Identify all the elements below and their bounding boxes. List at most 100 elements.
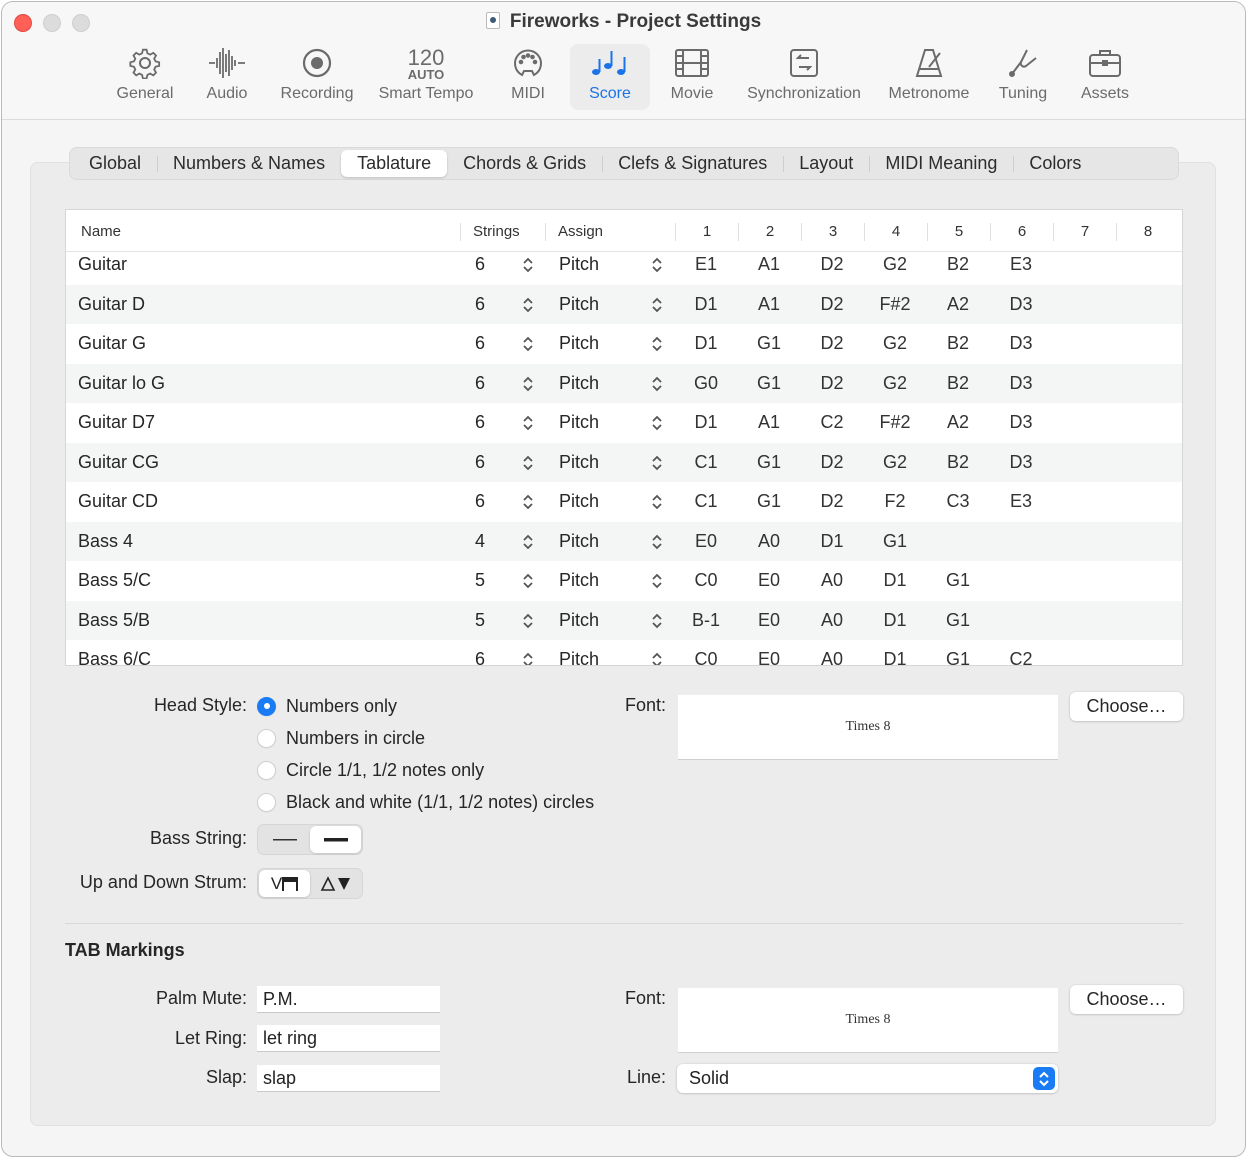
string-note-3[interactable]: A0 xyxy=(807,640,857,665)
column-header-string-6[interactable]: 6 xyxy=(990,223,1053,241)
assign-popup-button[interactable] xyxy=(651,443,663,482)
toolbar-item-movie[interactable]: Movie xyxy=(662,44,722,110)
radio-numbers-in-circle[interactable]: Numbers in circle xyxy=(257,726,425,750)
string-note-2[interactable]: E0 xyxy=(744,561,794,600)
table-row[interactable]: Guitar D 6 Pitch D1 A1 D2 F#2 A2 D3 xyxy=(66,284,1182,324)
table-row[interactable]: Bass 5/B 5 Pitch B-1 E0 A0 D1 G1 xyxy=(66,600,1182,640)
string-note-6[interactable]: E3 xyxy=(996,245,1046,284)
string-note-7[interactable] xyxy=(1059,245,1109,284)
radio-button[interactable] xyxy=(257,760,276,780)
radio-button[interactable] xyxy=(257,728,276,748)
slap-field[interactable]: slap xyxy=(257,1064,440,1092)
assign-popup-button[interactable] xyxy=(651,601,663,640)
table-row[interactable]: Guitar 6 Pitch E1 A1 D2 G2 B2 E3 xyxy=(66,245,1182,285)
toolbar-item-midi[interactable]: MIDI xyxy=(498,44,558,110)
string-note-2[interactable]: G1 xyxy=(744,324,794,363)
string-note-5[interactable]: G1 xyxy=(933,601,983,640)
string-note-8[interactable] xyxy=(1122,561,1172,600)
strum-option-v-bracket[interactable]: V xyxy=(259,870,310,897)
table-row[interactable]: Bass 6/C 6 Pitch C0 E0 A0 D1 G1 C2 xyxy=(66,640,1182,665)
string-note-2[interactable]: A1 xyxy=(744,245,794,284)
string-note-2[interactable]: G1 xyxy=(744,482,794,521)
assign-popup-button[interactable] xyxy=(651,324,663,363)
string-note-7[interactable] xyxy=(1059,285,1109,324)
string-note-8[interactable] xyxy=(1122,601,1172,640)
string-note-4[interactable]: D1 xyxy=(870,640,920,665)
table-row[interactable]: Guitar G 6 Pitch D1 G1 D2 G2 B2 D3 xyxy=(66,324,1182,364)
string-note-3[interactable]: D2 xyxy=(807,285,857,324)
assign-popup-button[interactable] xyxy=(651,561,663,600)
string-note-3[interactable]: A0 xyxy=(807,561,857,600)
string-note-1[interactable]: D1 xyxy=(681,285,731,324)
string-note-6[interactable]: D3 xyxy=(996,285,1046,324)
string-note-1[interactable]: E0 xyxy=(681,522,731,561)
tab-layout[interactable]: Layout xyxy=(783,150,869,177)
head-font-choose-button[interactable]: Choose… xyxy=(1070,692,1183,721)
string-note-1[interactable]: D1 xyxy=(681,324,731,363)
string-note-6[interactable]: E3 xyxy=(996,482,1046,521)
string-note-5[interactable]: B2 xyxy=(933,364,983,403)
string-note-7[interactable] xyxy=(1059,522,1109,561)
string-note-6[interactable]: D3 xyxy=(996,364,1046,403)
string-note-3[interactable]: D2 xyxy=(807,482,857,521)
string-note-6[interactable] xyxy=(996,522,1046,561)
bass-string-thick-option[interactable] xyxy=(310,826,361,853)
string-note-1[interactable]: C0 xyxy=(681,561,731,600)
string-note-1[interactable]: C1 xyxy=(681,482,731,521)
table-row[interactable]: Guitar CG 6 Pitch C1 G1 D2 G2 B2 D3 xyxy=(66,442,1182,482)
string-note-8[interactable] xyxy=(1122,364,1172,403)
string-note-5[interactable]: G1 xyxy=(933,640,983,665)
string-note-8[interactable] xyxy=(1122,522,1172,561)
table-row[interactable]: Guitar lo G 6 Pitch G0 G1 D2 G2 B2 D3 xyxy=(66,363,1182,403)
string-note-7[interactable] xyxy=(1059,561,1109,600)
string-note-3[interactable]: D1 xyxy=(807,522,857,561)
string-note-6[interactable]: D3 xyxy=(996,324,1046,363)
toolbar-item-synchronization[interactable]: Synchronization xyxy=(738,44,870,110)
string-note-3[interactable]: D2 xyxy=(807,443,857,482)
toolbar-item-score[interactable]: Score xyxy=(570,44,650,110)
string-note-7[interactable] xyxy=(1059,443,1109,482)
string-note-4[interactable]: F#2 xyxy=(870,403,920,442)
column-header-string-4[interactable]: 4 xyxy=(864,223,927,241)
string-note-2[interactable]: A1 xyxy=(744,403,794,442)
radio-button[interactable] xyxy=(257,696,276,716)
string-note-8[interactable] xyxy=(1122,443,1172,482)
string-note-1[interactable]: E1 xyxy=(681,245,731,284)
assign-popup-button[interactable] xyxy=(651,482,663,521)
strings-stepper[interactable] xyxy=(522,285,534,324)
string-note-4[interactable]: F#2 xyxy=(870,285,920,324)
string-note-2[interactable]: A1 xyxy=(744,285,794,324)
strings-stepper[interactable] xyxy=(522,364,534,403)
assign-popup-button[interactable] xyxy=(651,364,663,403)
string-note-4[interactable]: G2 xyxy=(870,245,920,284)
string-note-3[interactable]: D2 xyxy=(807,245,857,284)
tab-global[interactable]: Global xyxy=(73,150,157,177)
toolbar-item-recording[interactable]: Recording xyxy=(274,44,360,110)
radio-black-and-white-circles[interactable]: Black and white (1/1, 1/2 notes) circles xyxy=(257,790,594,814)
string-note-7[interactable] xyxy=(1059,403,1109,442)
tab-tablature[interactable]: Tablature xyxy=(341,150,448,177)
string-note-1[interactable]: G0 xyxy=(681,364,731,403)
strings-stepper[interactable] xyxy=(522,245,534,284)
bass-string-thin-option[interactable] xyxy=(259,826,310,853)
string-note-6[interactable]: D3 xyxy=(996,403,1046,442)
string-note-4[interactable]: G2 xyxy=(870,443,920,482)
radio-circle-notes-only[interactable]: Circle 1/1, 1/2 notes only xyxy=(257,758,484,782)
string-note-8[interactable] xyxy=(1122,482,1172,521)
string-note-6[interactable] xyxy=(996,561,1046,600)
strum-option-triangles[interactable] xyxy=(310,870,361,897)
toolbar-item-audio[interactable]: Audio xyxy=(198,44,256,110)
tab-midi-meaning[interactable]: MIDI Meaning xyxy=(869,150,1013,177)
string-note-8[interactable] xyxy=(1122,640,1172,665)
string-note-5[interactable]: B2 xyxy=(933,443,983,482)
tab-clefs-and-signatures[interactable]: Clefs & Signatures xyxy=(602,150,783,177)
string-note-4[interactable]: D1 xyxy=(870,561,920,600)
string-note-5[interactable]: B2 xyxy=(933,245,983,284)
string-note-1[interactable]: C0 xyxy=(681,640,731,665)
string-note-8[interactable] xyxy=(1122,245,1172,284)
string-note-5[interactable]: A2 xyxy=(933,285,983,324)
string-note-2[interactable]: E0 xyxy=(744,640,794,665)
string-note-7[interactable] xyxy=(1059,601,1109,640)
strings-stepper[interactable] xyxy=(522,561,534,600)
column-header-name[interactable]: Name xyxy=(81,223,121,241)
